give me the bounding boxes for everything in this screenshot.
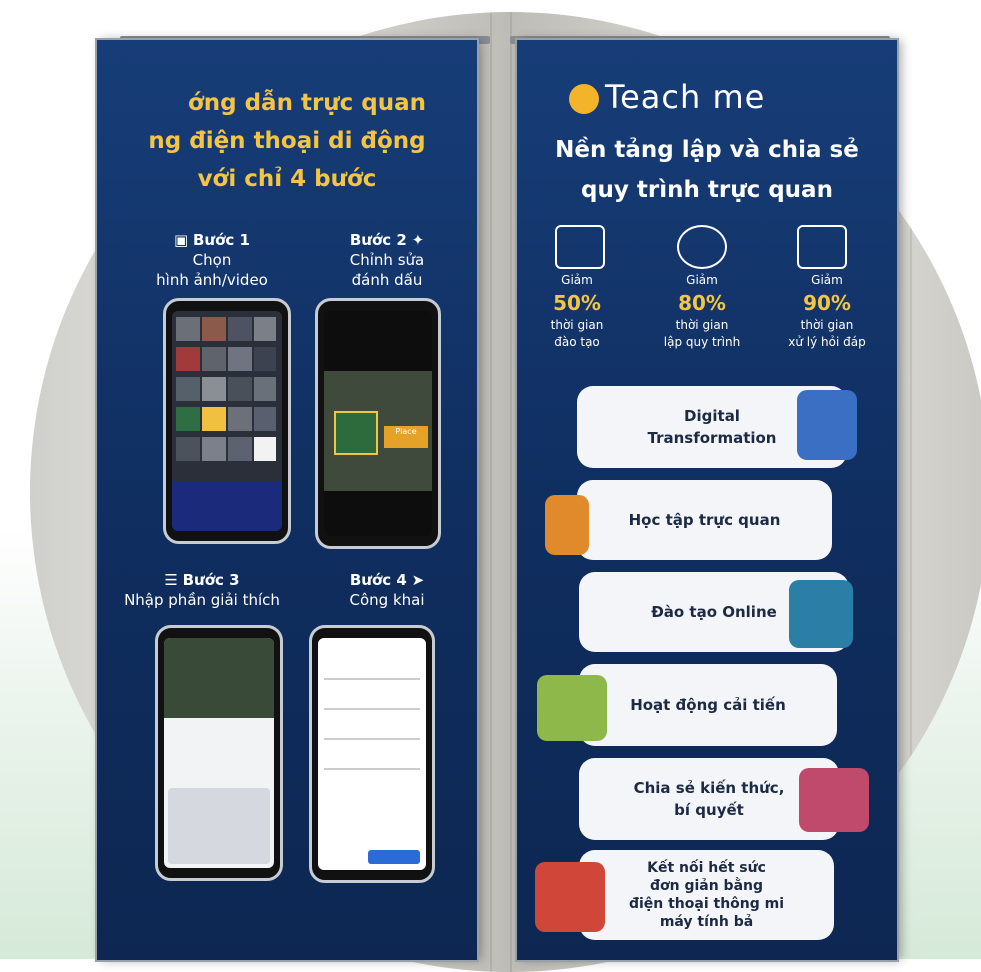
stat-label: Giảm <box>686 273 718 287</box>
tagline-line-1: Nền tảng lập và chia sẻ <box>555 137 859 163</box>
stat-label: Giảm <box>561 273 593 287</box>
left-banner: ớng dẫn trực quan ng điện thoại di động … <box>97 40 477 960</box>
stat-desc: xử lý hỏi đáp <box>788 335 866 349</box>
stat-pct: 50% <box>553 291 601 315</box>
step-text: hình ảnh/video <box>156 271 268 289</box>
speed-icon <box>677 225 727 269</box>
send-icon: ➤ <box>411 571 425 589</box>
step-text: Chọn <box>192 251 232 269</box>
image-icon: ▣ <box>174 231 189 249</box>
wall-slat <box>910 12 912 972</box>
tagline-line-2: quy trình trực quan <box>581 177 833 203</box>
feature-visual-learning: Học tập trực quan <box>577 480 832 560</box>
step-4: Bước 4 ➤ Công khai <box>317 570 457 610</box>
step-3: ☰ Bước 3 Nhập phần giải thích <box>117 570 287 610</box>
target-icon <box>535 862 605 932</box>
step-text: đánh dấu <box>351 271 423 289</box>
feature-connect: Kết nối hết sức đơn giản bằng điện thoại… <box>579 850 834 940</box>
phone-keyboard <box>155 625 283 881</box>
phone-edit-marker: Place <box>315 298 441 549</box>
wall-slat <box>490 12 492 972</box>
phone-photo-grid <box>163 298 291 544</box>
stat-90: Giảm 90% thời gian xử lý hỏi đáp <box>772 272 882 351</box>
course-icon <box>555 225 605 269</box>
stat-desc: lập quy trình <box>663 335 741 349</box>
shield-icon <box>797 390 857 460</box>
stat-pct: 90% <box>803 291 851 315</box>
step-text: Chỉnh sửa <box>349 251 425 269</box>
step-number: Bước 3 <box>182 571 240 589</box>
stat-80: Giảm 80% thời gian lập quy trình <box>647 272 757 351</box>
logo-icon <box>569 84 599 114</box>
step-2: Bước 2 ✦ Chỉnh sửa đánh dấu <box>317 230 457 290</box>
books-icon <box>799 768 869 832</box>
feature-improvement: Hoạt động cải tiến <box>579 664 837 746</box>
step-text: Nhập phần giải thích <box>124 591 280 609</box>
magic-wand-icon: ✦ <box>411 231 425 249</box>
headline-line-2: ng điện thoại di động <box>148 128 426 154</box>
step-number: Bước 4 <box>349 571 407 589</box>
headline-line-1: ớng dẫn trực quan <box>187 90 427 116</box>
list-icon: ☰ <box>164 571 178 589</box>
learning-icon <box>545 495 589 555</box>
stat-pct: 80% <box>678 291 726 315</box>
stat-desc: đào tạo <box>554 335 600 349</box>
stat-desc: thời gian <box>800 318 854 332</box>
stat-desc: thời gian <box>675 318 729 332</box>
logo-text: Teach me <box>605 78 766 116</box>
right-banner: Teach me Nền tảng lập và chia sẻ quy trì… <box>517 40 897 960</box>
step-number: Bước 1 <box>193 231 250 249</box>
improvement-icon <box>537 675 607 741</box>
step-text: Công khai <box>349 591 425 609</box>
stat-desc: thời gian <box>550 318 604 332</box>
wall-slat <box>510 12 512 972</box>
stat-label: Giảm <box>811 273 843 287</box>
stat-50: Giảm 50% thời gian đào tạo <box>522 272 632 351</box>
headline-line-3: với chỉ 4 bước <box>197 166 377 192</box>
online-training-icon <box>789 580 853 648</box>
faq-icon <box>797 225 847 269</box>
step-1: ▣ Bước 1 Chọn hình ảnh/video <box>137 230 287 290</box>
phone-publish <box>309 625 435 883</box>
step-number: Bước 2 <box>349 231 407 249</box>
